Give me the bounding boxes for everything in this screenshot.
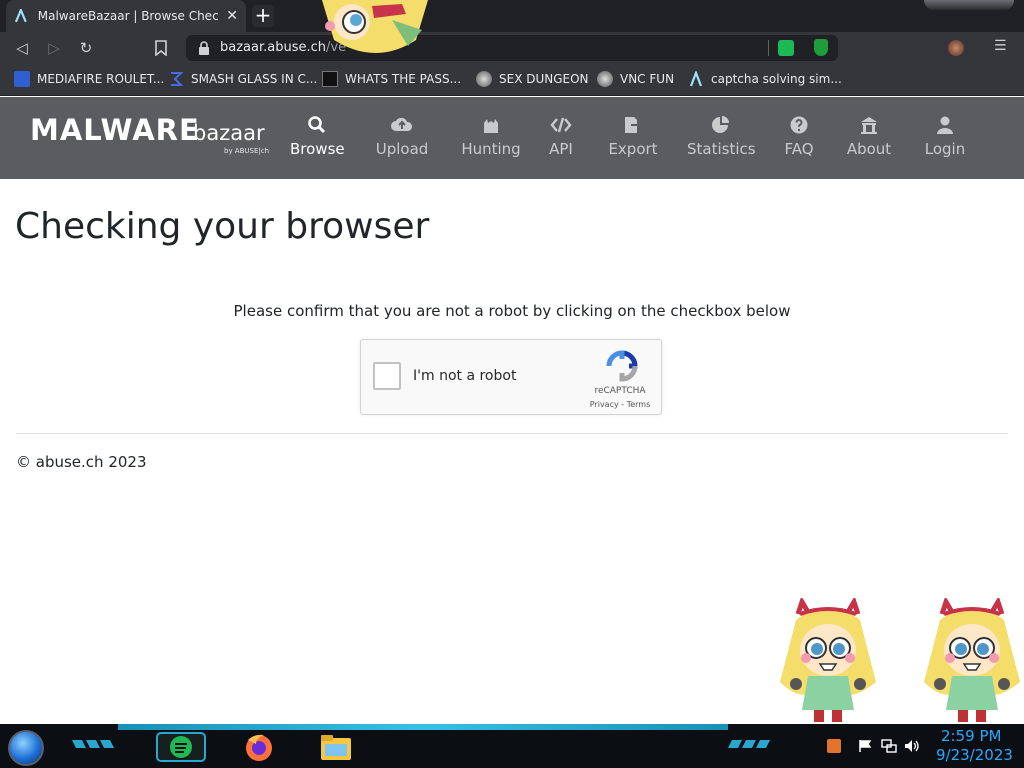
logo-main[interactable]: MALWARE [30, 113, 200, 147]
mediafire-icon [14, 71, 30, 87]
taskbar-accent-strip [118, 724, 728, 730]
user-icon [937, 116, 953, 134]
export-icon [625, 117, 644, 133]
bookmarks-bar: MEDIAFIRE ROULET... SMASH GLASS IN C... … [0, 64, 1024, 96]
extension-green-icon[interactable] [778, 40, 794, 56]
bookmark-item[interactable]: VNC FUN [597, 71, 674, 87]
bookmark-label: SEX DUNGEON [499, 72, 589, 86]
nav-login[interactable]: Login [924, 115, 966, 158]
bookmark-item[interactable]: SEX DUNGEON [476, 71, 589, 87]
nav-statistics[interactable]: Statistics [687, 115, 756, 158]
recaptcha-label: I'm not a robot [413, 368, 517, 384]
nav-hunting[interactable]: Hunting [460, 115, 522, 158]
browser-menu-icon[interactable]: ☰ [994, 38, 1007, 54]
network-icon[interactable] [881, 739, 897, 753]
bookmark-item[interactable]: WHATS THE PASS... [322, 71, 461, 87]
taskbar-deco-left [72, 740, 114, 748]
tab-title: MalwareBazaar | Browse Checking [37, 9, 219, 23]
start-orb-button[interactable] [8, 730, 44, 766]
nav-faq[interactable]: FAQ [782, 115, 816, 158]
mascot-character-top [322, 0, 428, 53]
bookmark-label: WHATS THE PASS... [345, 72, 462, 86]
code-icon [550, 117, 572, 133]
tab-close-icon[interactable]: ✕ [226, 8, 238, 24]
file-explorer-icon[interactable] [318, 732, 354, 762]
lock-icon [199, 41, 209, 55]
logo-sub[interactable]: bazaar [193, 121, 265, 145]
nav-label: Export [608, 140, 658, 158]
recaptcha-brand: reCAPTCHA [594, 386, 646, 396]
firefox-icon[interactable] [242, 732, 278, 762]
mascot-character-right [924, 598, 1020, 722]
forward-button[interactable]: ▷ [44, 38, 64, 58]
address-bar[interactable]: bazaar.abuse.ch/ve [186, 35, 838, 61]
nav-label: Hunting [461, 140, 521, 158]
nav-browse[interactable]: Browse [290, 115, 345, 158]
bookmark-label: captcha solving sim... [711, 72, 842, 86]
bookmark-item[interactable]: captcha solving sim... [688, 71, 842, 87]
back-button[interactable]: ◁ [12, 38, 32, 58]
bookmark-label: SMASH GLASS IN C... [191, 72, 318, 86]
alien-icon [597, 71, 613, 87]
bookmark-item[interactable]: MEDIAFIRE ROULET... [14, 71, 164, 87]
bookmark-label: VNC FUN [620, 72, 675, 86]
new-tab-button[interactable]: + [252, 5, 274, 27]
footer-copyright: © abuse.ch 2023 [16, 453, 147, 471]
spotify-icon [170, 736, 192, 758]
tv-icon [322, 71, 338, 87]
page-title: Checking your browser [15, 206, 430, 247]
reload-button[interactable]: ↻ [76, 38, 96, 58]
nav-about[interactable]: About [846, 115, 892, 158]
recaptcha-logo-icon [606, 350, 638, 382]
site-navbar: MALWARE bazaar by ABUSE|ch Browse Upload… [0, 97, 1024, 179]
clock-time[interactable]: 2:59 PM [941, 727, 1001, 745]
upload-icon [391, 117, 413, 131]
flag-icon[interactable] [858, 739, 872, 753]
nav-label: Browse [290, 140, 345, 158]
sigma-icon [171, 72, 184, 86]
clock-date[interactable]: 9/23/2023 [936, 746, 1013, 764]
screen: MalwareBazaar | Browse Checking ✕ + ◁ ▷ … [0, 0, 1024, 768]
url-host: bazaar.abuse.ch [220, 40, 327, 55]
browser-tab[interactable]: MalwareBazaar | Browse Checking ✕ [6, 0, 246, 32]
footer-divider [16, 433, 1008, 434]
recaptcha-widget: I'm not a robot reCAPTCHA Privacy - Term… [360, 339, 662, 415]
taskbar-deco-right [728, 740, 770, 748]
nav-label: API [549, 140, 573, 158]
volume-icon[interactable] [904, 739, 920, 753]
mascot-character-left [780, 598, 876, 722]
search-icon [308, 116, 326, 134]
omnibox-separator [768, 40, 769, 56]
tray-app-icon[interactable] [826, 738, 842, 754]
logo-by: by ABUSE|ch [224, 147, 270, 155]
nav-export[interactable]: Export [608, 115, 658, 158]
arrow-a-icon [689, 71, 703, 87]
profile-avatar[interactable] [948, 40, 964, 56]
captcha-instructions: Please confirm that you are not a robot … [233, 302, 791, 320]
taskbar [0, 724, 1024, 768]
nav-api[interactable]: API [546, 115, 576, 158]
bookmark-icon[interactable] [154, 40, 168, 56]
nav-label: Login [924, 140, 966, 158]
building-icon [861, 117, 877, 134]
nav-label: About [846, 140, 892, 158]
spotify-app-button[interactable] [156, 732, 206, 762]
recaptcha-checkbox[interactable] [373, 362, 401, 390]
window-frame-decoration [924, 0, 1014, 10]
hunting-icon [484, 119, 498, 133]
recaptcha-links[interactable]: Privacy - Terms [585, 400, 655, 409]
nav-label: Statistics [687, 140, 756, 158]
browser-tabstrip: MalwareBazaar | Browse Checking ✕ + [0, 0, 1024, 32]
bookmark-label: MEDIAFIRE ROULET... [37, 72, 165, 86]
abuse-favicon-icon [14, 9, 27, 23]
pie-chart-icon [712, 116, 729, 133]
nav-label: Upload [375, 140, 429, 158]
question-icon [790, 116, 808, 134]
nav-label: FAQ [784, 140, 814, 158]
browser-toolbar: ◁ ▷ ↻ bazaar.abuse.ch/ve ☰ [0, 32, 1024, 64]
bookmark-item[interactable]: SMASH GLASS IN C... [168, 71, 317, 87]
nav-upload[interactable]: Upload [374, 115, 430, 158]
alien-icon [476, 71, 492, 87]
shield-extension-icon[interactable] [814, 39, 828, 56]
